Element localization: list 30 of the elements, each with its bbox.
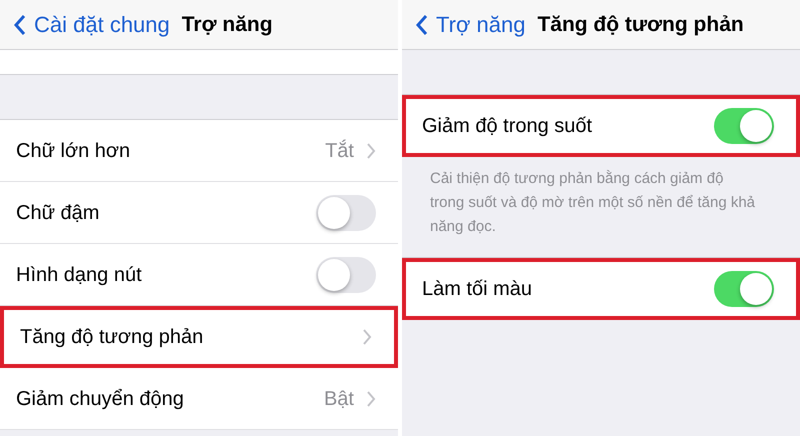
row-label: Chữ lớn hơn — [16, 138, 130, 164]
settings-row[interactable]: Tăng độ tương phản — [0, 306, 398, 368]
back-chevron-icon — [14, 14, 26, 36]
back-chevron-icon — [416, 14, 428, 36]
toggle-switch[interactable] — [316, 194, 376, 230]
row-label: Chữ đậm — [16, 200, 100, 226]
back-button[interactable]: Cài đặt chung — [14, 8, 170, 41]
toggle-switch[interactable] — [316, 256, 376, 292]
settings-row[interactable]: Chữ đậm — [0, 182, 398, 244]
settings-row[interactable]: Giảm độ trong suốt — [402, 95, 800, 157]
row-label: Giảm độ trong suốt — [422, 114, 592, 139]
row-label: Hình dạng nút — [16, 262, 142, 288]
row-value: Bật — [324, 386, 354, 412]
row-label: Tăng độ tương phản — [20, 325, 204, 350]
section-footer: Cải thiện độ tương phản bằng cách giảm độ trong suốt và độ mờ trên một số nền để tăng khả năng đọc. — [402, 157, 800, 239]
back-button[interactable]: Trợ năng — [416, 8, 526, 41]
toggle-switch[interactable] — [714, 271, 774, 307]
row-label: Làm tối màu — [422, 277, 532, 302]
settings-row[interactable]: Giảm chuyển động Bật — [0, 368, 398, 430]
chevron-icon — [366, 390, 376, 408]
settings-row[interactable]: Chữ lớn hơn Tắt — [0, 120, 398, 182]
chevron-icon — [362, 328, 372, 346]
settings-row[interactable]: Làm tối màu — [402, 258, 800, 320]
row-label: Giảm chuyển động — [16, 386, 184, 412]
row-value: Tắt — [325, 138, 354, 164]
nav-title: Trợ năng — [182, 12, 273, 38]
settings-row[interactable]: Hình dạng nút — [0, 244, 398, 306]
chevron-icon — [366, 142, 376, 160]
toggle-switch[interactable] — [714, 108, 774, 144]
nav-title: Tăng độ tương phản — [537, 12, 744, 38]
